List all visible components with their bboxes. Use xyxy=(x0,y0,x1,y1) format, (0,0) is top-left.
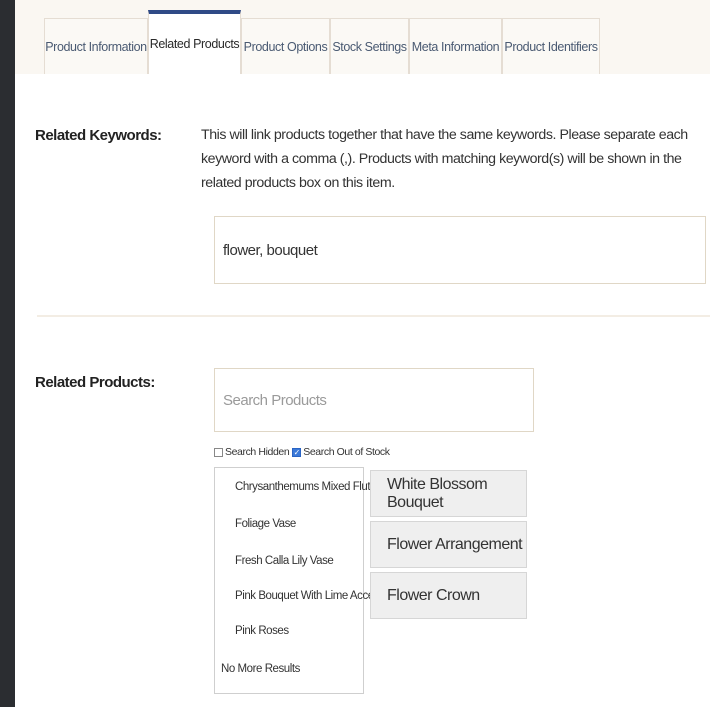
tab-related-products[interactable]: Related Products xyxy=(148,10,241,74)
related-keywords-value: flower, bouquet xyxy=(223,241,318,259)
section-divider xyxy=(37,315,710,317)
related-keywords-label: Related Keywords: xyxy=(35,127,162,144)
search-out-of-stock-checkbox[interactable]: ✓ xyxy=(292,447,302,457)
search-hidden-checkbox[interactable] xyxy=(214,447,223,457)
tab-product-information[interactable]: Product Information xyxy=(44,18,148,74)
search-hidden-label: Search Hidden xyxy=(225,446,290,458)
search-result-item[interactable]: Pink Roses xyxy=(235,625,289,637)
tab-product-options[interactable]: Product Options xyxy=(241,18,330,74)
search-result-item[interactable]: Pink Bouquet With Lime Accents xyxy=(235,590,388,602)
related-keywords-input[interactable]: flower, bouquet xyxy=(214,216,706,284)
search-products-input[interactable]: Search Products xyxy=(214,368,534,432)
related-keywords-description: This will link products together that ha… xyxy=(201,127,688,191)
selected-product-chip[interactable]: White Blossom Bouquet xyxy=(370,470,527,517)
search-options: Search Hidden ✓ Search Out of Stock xyxy=(214,446,390,458)
selected-product-chip[interactable]: Flower Arrangement xyxy=(370,521,527,568)
search-results-list: Chrysanthemums Mixed Flute Foliage Vase … xyxy=(214,467,388,694)
search-products-placeholder: Search Products xyxy=(223,391,327,409)
selected-product-chip[interactable]: Flower Crown xyxy=(370,572,527,619)
tab-bar: Product Information Related Products Pro… xyxy=(15,0,710,74)
no-more-results: No More Results xyxy=(221,663,300,675)
product-edit-panel: Product Information Related Products Pro… xyxy=(15,0,710,707)
search-result-item[interactable]: Fresh Calla Lily Vase xyxy=(235,555,334,567)
search-result-item[interactable]: Chrysanthemums Mixed Flute xyxy=(235,481,376,493)
related-products-label: Related Products: xyxy=(35,374,155,391)
tab-meta-information[interactable]: Meta Information xyxy=(409,18,502,74)
tab-product-identifiers[interactable]: Product Identifiers xyxy=(502,18,600,74)
search-result-item[interactable]: Foliage Vase xyxy=(235,518,296,530)
tab-stock-settings[interactable]: Stock Settings xyxy=(330,18,409,74)
search-out-of-stock-label: Search Out of Stock xyxy=(303,446,390,458)
